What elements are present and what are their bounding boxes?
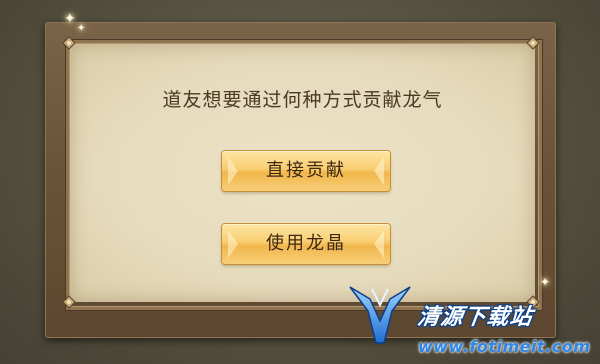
watermark-url: www.fotimeit.com: [418, 337, 591, 356]
corner-ornament-icon: [525, 35, 541, 51]
sparkle-icon: ✦: [540, 275, 551, 289]
use-dragon-crystal-button[interactable]: 使用龙晶: [222, 224, 390, 264]
corner-ornament-icon: [61, 35, 77, 51]
watermark-site-name: 清源下载站: [415, 305, 535, 330]
sparkle-icon: ✦: [77, 23, 86, 34]
contribute-directly-label: 直接贡献: [266, 160, 346, 181]
dialog-question: 道友想要通过何种方式贡献龙气: [162, 89, 443, 111]
corner-ornament-icon: [61, 294, 77, 310]
use-dragon-crystal-label: 使用龙晶: [266, 233, 346, 254]
contribute-directly-button[interactable]: 直接贡献: [222, 151, 390, 191]
watermark-logo-icon: [346, 281, 414, 347]
sparkle-icon: ✦: [64, 11, 76, 27]
